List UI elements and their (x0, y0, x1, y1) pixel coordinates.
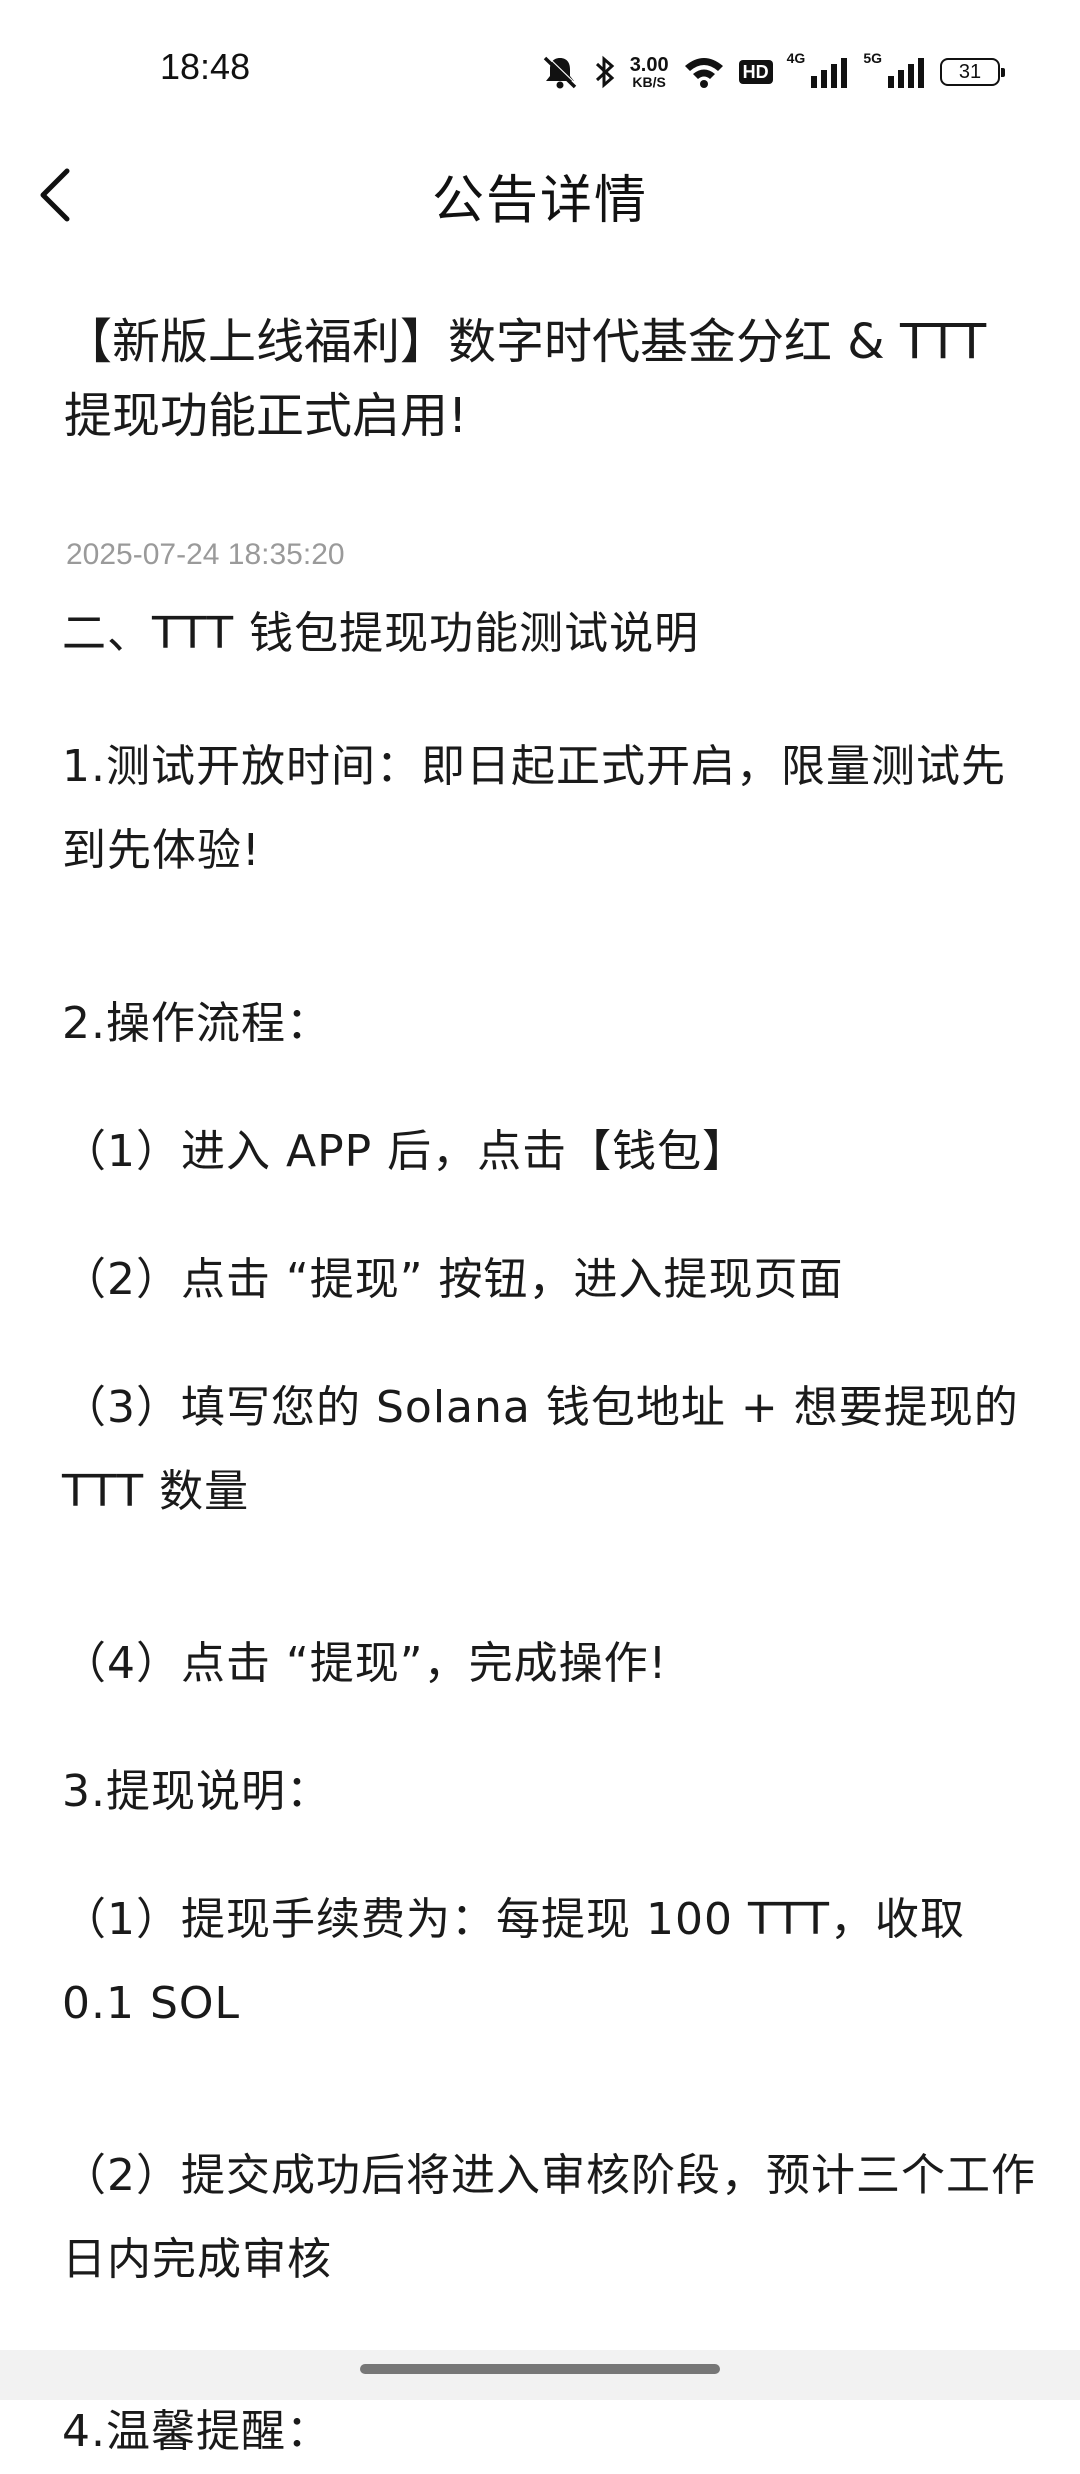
wifi-icon (683, 55, 725, 89)
gesture-nav-bar (0, 2350, 1080, 2400)
article-title: 【新版上线福利】数字时代基金分红 & TTT提现功能正式启用! (64, 314, 987, 444)
signal-icon (886, 56, 926, 88)
mute-bell-icon (540, 54, 580, 90)
article-paragraph: （4）点击 “提现”，完成操作! (62, 1638, 668, 1689)
bluetooth-icon (594, 54, 616, 90)
article-paragraph: （3）填写您的 Solana 钱包地址 + 想要提现的 TTT 数量 (62, 1382, 1019, 1517)
article-paragraph: 3.提现说明： (62, 1766, 331, 1817)
battery-icon: 31 (940, 58, 1005, 86)
status-bar: 18:48 3.00 KB/S HD 4G 5G 31 (0, 0, 1080, 140)
article-paragraph: （2）提交成功后将进入审核阶段，预计三个工作日内完成审核 (62, 2150, 1036, 2285)
page-header: 公告详情 (0, 140, 1080, 250)
network-speed: 3.00 KB/S (630, 55, 669, 89)
net-speed-value: 3.00 (629, 54, 669, 76)
hd-badge: HD (738, 60, 773, 84)
article-paragraph: 4.温馨提醒： (62, 2406, 331, 2457)
article-date: 2025-07-24 18:35:20 (66, 538, 345, 571)
page-title: 公告详情 (431, 171, 648, 231)
signal-icon (809, 56, 849, 88)
article-paragraph: 2.操作流程： (62, 998, 331, 1049)
article-paragraph: （1）提现手续费为：每提现 100 TTT，收取 0.1 SOL (62, 1894, 966, 2029)
sig2-label: 5G (863, 50, 882, 66)
status-icons: 3.00 KB/S HD 4G 5G 31 (540, 50, 1005, 94)
status-time: 18:48 (160, 46, 251, 87)
net-speed-unit: KB/S (632, 74, 666, 90)
article-paragraph: （2）点击 “提现” 按钮，进入提现页面 (62, 1254, 844, 1305)
home-indicator[interactable] (360, 2364, 720, 2374)
sig1-label: 4G (786, 50, 806, 66)
article-paragraph: 二、TTT 钱包提现功能测试说明 (62, 608, 700, 659)
article-paragraph: 1.测试开放时间：即日起正式开启，限量测试先到先体验! (62, 741, 1006, 876)
article-paragraph: （1）进入 APP 后，点击【钱包】 (62, 1126, 748, 1177)
